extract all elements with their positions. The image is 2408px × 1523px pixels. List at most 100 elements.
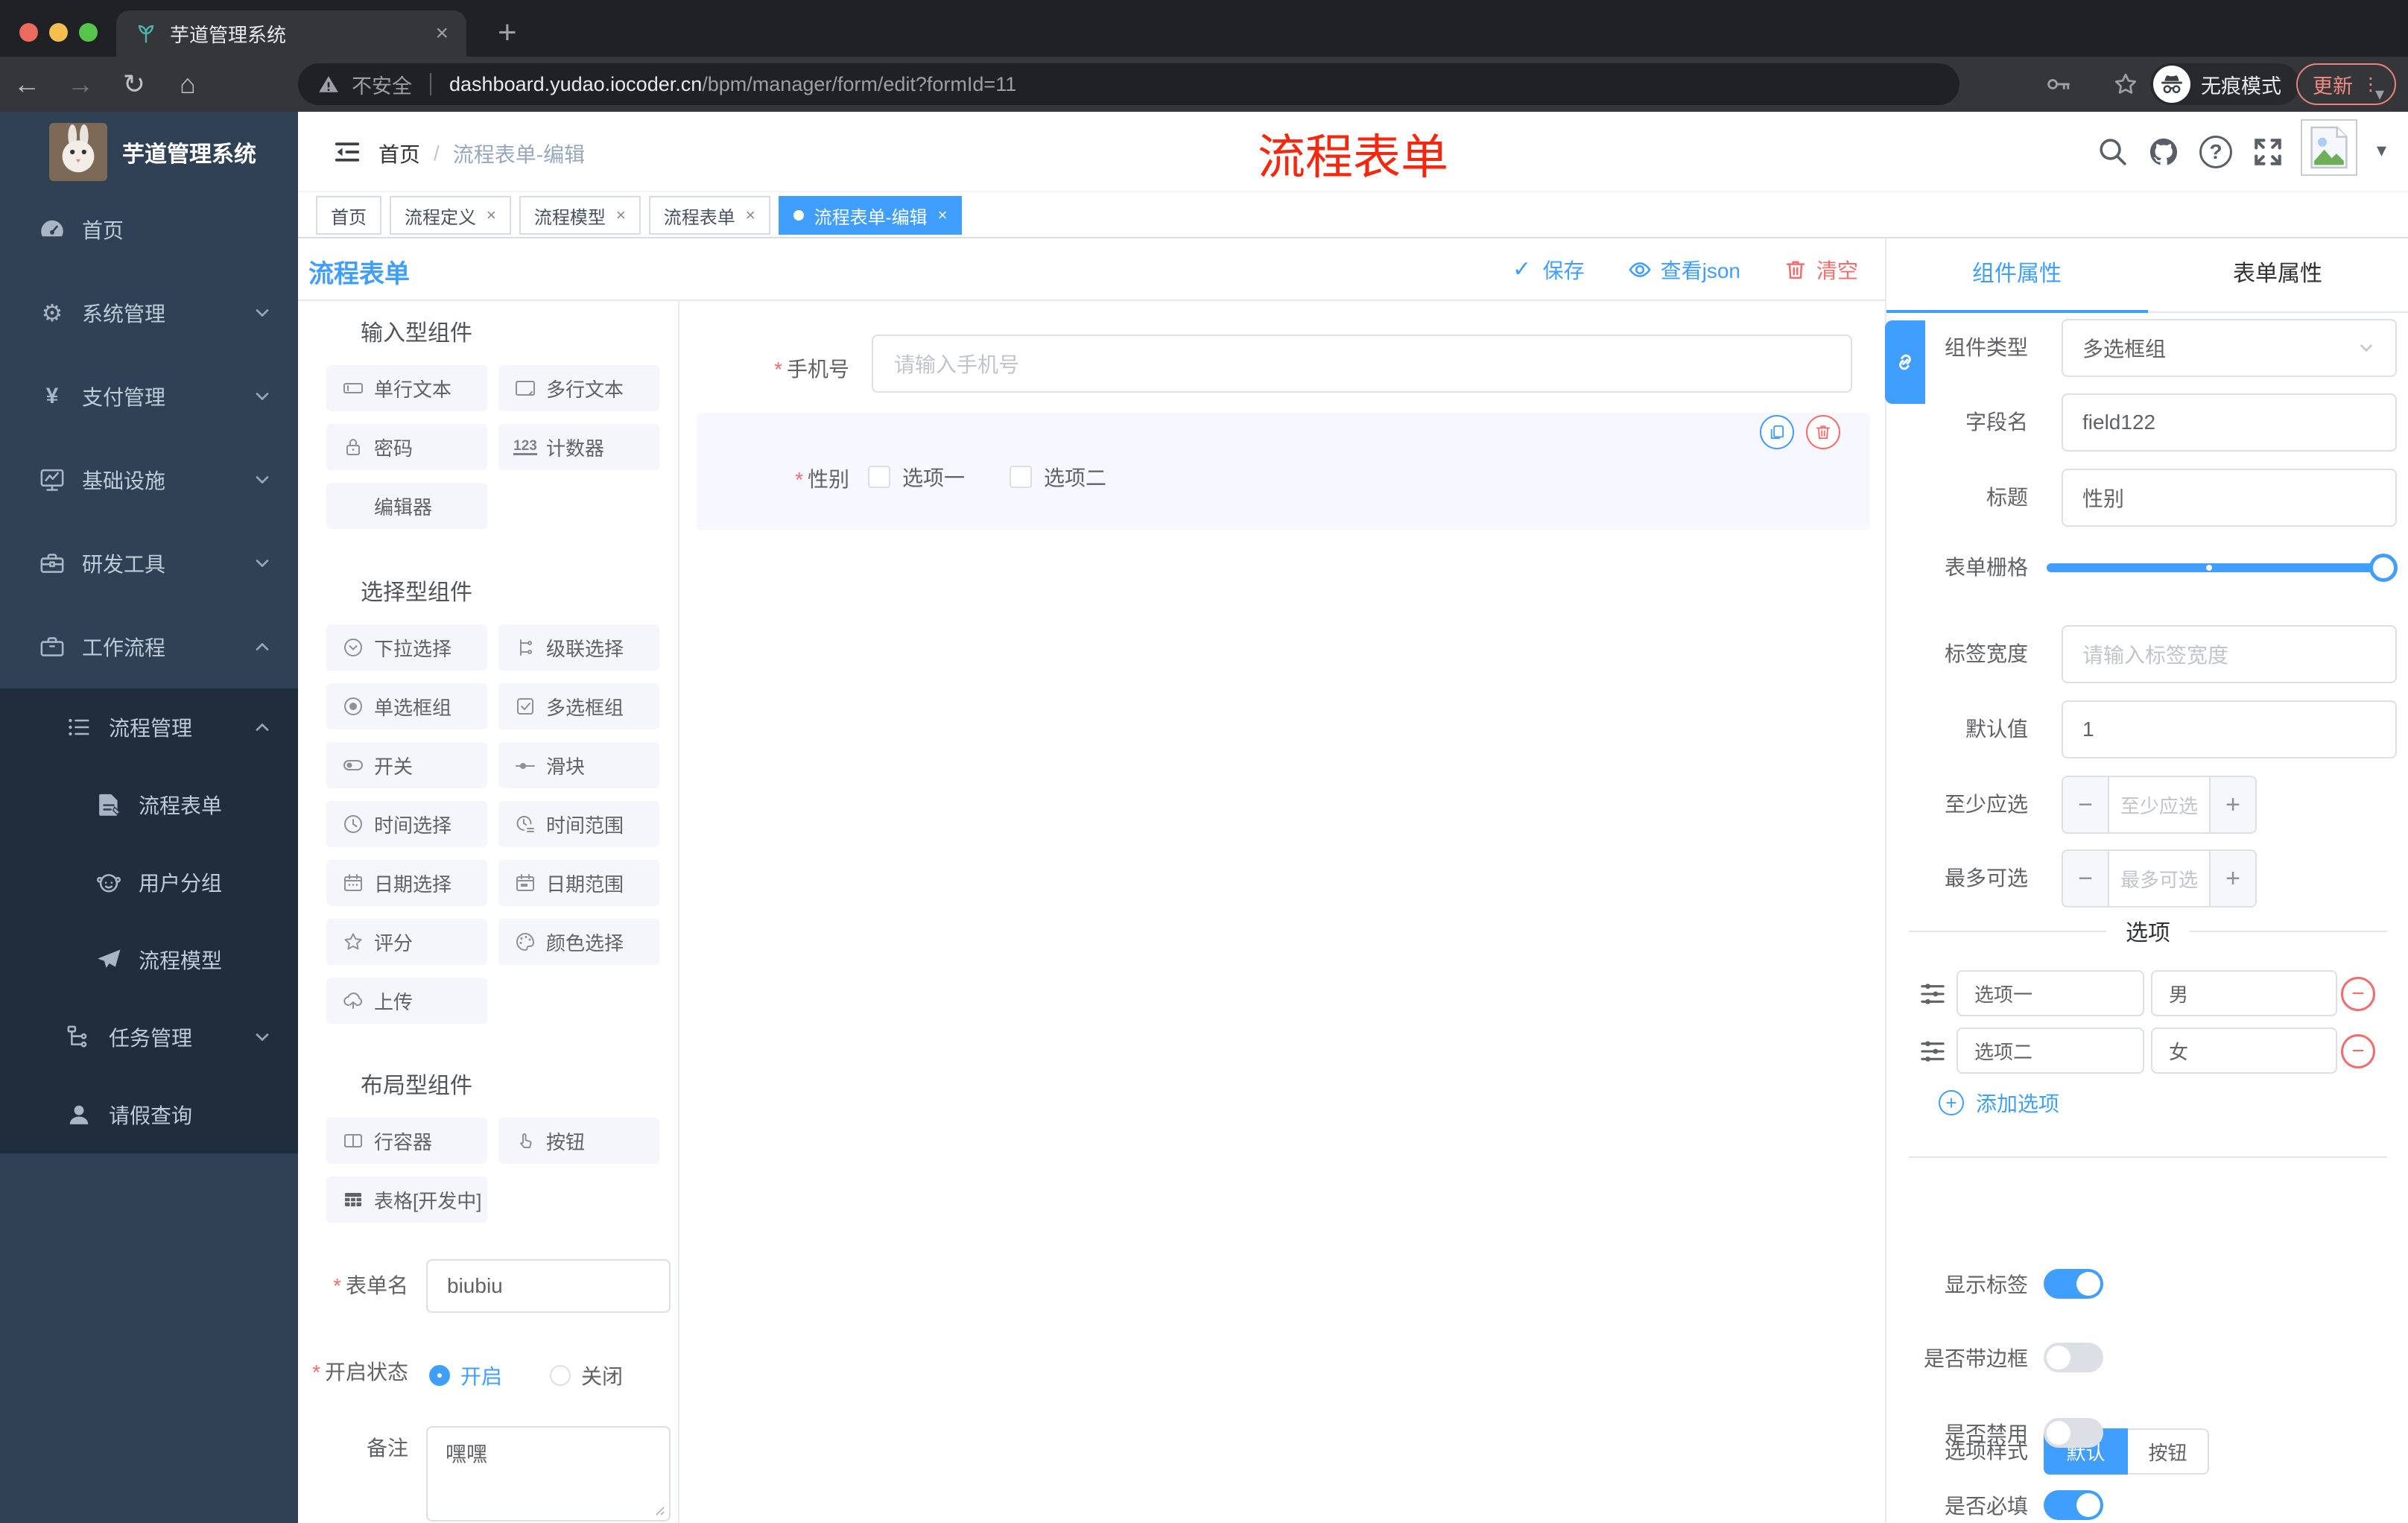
tab-component-props[interactable]: 组件属性 (1886, 238, 2147, 311)
toolbar-caret-icon[interactable]: ▾ (2375, 83, 2384, 105)
sidebar-item-流程表单[interactable]: 流程表单 (0, 766, 298, 843)
sidebar-item-请假查询[interactable]: 请假查询 (0, 1076, 298, 1153)
toggle-是否禁用[interactable] (2044, 1418, 2103, 1448)
checkbox-icon[interactable] (868, 466, 890, 488)
browser-tab[interactable]: 芋道管理系统 × (116, 10, 466, 57)
grid-slider[interactable] (2047, 554, 2398, 582)
sidebar-item-任务管理[interactable]: 任务管理 (0, 998, 298, 1076)
forward-icon[interactable]: → (54, 69, 107, 100)
option-name-input[interactable]: 选项二 (1956, 1028, 2144, 1074)
tag-close-icon[interactable]: × (487, 206, 496, 225)
sidebar-item-工作流程[interactable]: 工作流程 (0, 605, 298, 688)
new-tab-button[interactable]: + (498, 12, 517, 54)
action-保存[interactable]: ✓ 保存 (1510, 255, 1585, 285)
toggle-是否必填[interactable] (2044, 1490, 2103, 1520)
help-icon[interactable]: ? (2199, 136, 2232, 168)
add-option-button[interactable]: + 添加选项 (1939, 1088, 2059, 1118)
component-type-select[interactable]: 多选框组 (2062, 319, 2397, 377)
drag-handle-icon[interactable] (1919, 1038, 1946, 1065)
breadcrumb-home[interactable]: 首页 (378, 139, 420, 168)
tab-close-icon[interactable]: × (435, 22, 449, 45)
tag-close-icon[interactable]: × (616, 206, 626, 225)
tag-流程表单-编辑[interactable]: 流程表单-编辑 × (778, 196, 963, 235)
slider-handle[interactable] (2369, 554, 2398, 582)
resize-handle-icon[interactable] (652, 1503, 665, 1516)
sidebar-item-用户分组[interactable]: 用户分组 (0, 843, 298, 921)
security-label[interactable]: 不安全 (352, 70, 412, 99)
status-radio-off[interactable]: 关闭 (550, 1361, 623, 1390)
checkbox-icon[interactable] (1010, 466, 1033, 488)
component-时间范围[interactable]: 时间范围 (498, 801, 659, 847)
component-滑块[interactable]: 滑块 (498, 742, 659, 788)
search-icon[interactable] (2097, 136, 2129, 168)
component-编辑器[interactable]: 编辑器 (326, 483, 487, 529)
sidebar-item-流程模型[interactable]: 流程模型 (0, 921, 298, 998)
option-value-input[interactable]: 男 (2151, 970, 2337, 1016)
field-name-input[interactable]: field122 (2062, 393, 2397, 452)
component-多行文本[interactable]: 多行文本 (498, 365, 659, 411)
label-width-input[interactable]: 请输入标签宽度 (2062, 625, 2397, 683)
sidebar-item-首页[interactable]: 首页 (0, 188, 298, 271)
sidebar-logo[interactable]: 芋道管理系统 (0, 119, 298, 185)
back-icon[interactable]: ← (0, 69, 54, 100)
bookmark-star-icon[interactable] (2113, 72, 2138, 97)
avatar[interactable] (2301, 119, 2357, 176)
title-input[interactable]: 性别 (2062, 469, 2397, 527)
status-radio-on[interactable]: 开启 (429, 1361, 502, 1390)
action-清空[interactable]: 清空 (1784, 255, 1858, 285)
component-开关[interactable]: 开关 (326, 742, 487, 788)
plus-button[interactable]: + (2209, 851, 2255, 906)
sidebar-item-基础设施[interactable]: 基础设施 (0, 438, 298, 522)
component-表格[开发中][interactable]: 表格[开发中] (326, 1177, 487, 1223)
collapse-sidebar-icon[interactable] (325, 130, 370, 174)
reload-icon[interactable]: ↻ (107, 69, 161, 100)
component-级联选择[interactable]: 级联选择 (498, 624, 659, 671)
tag-首页[interactable]: 首页 (316, 196, 381, 235)
component-时间选择[interactable]: 时间选择 (326, 801, 487, 847)
tab-form-props[interactable]: 表单属性 (2147, 238, 2408, 311)
component-计数器[interactable]: 123 计数器 (498, 424, 659, 470)
component-多选框组[interactable]: 多选框组 (498, 683, 659, 729)
component-下拉选择[interactable]: 下拉选择 (326, 624, 487, 671)
address-bar[interactable]: 不安全 dashboard.yudao.iocoder.cn/bpm/manag… (298, 63, 1959, 105)
form-name-input[interactable]: biubiu (426, 1259, 671, 1313)
remark-textarea[interactable]: 嘿嘿 (426, 1426, 671, 1522)
toggle-是否带边框[interactable] (2044, 1343, 2103, 1372)
window-close-button[interactable] (19, 23, 38, 42)
component-评分[interactable]: 评分 (326, 919, 487, 965)
component-行容器[interactable]: 行容器 (326, 1118, 487, 1164)
fullscreen-icon[interactable] (2252, 136, 2284, 168)
phone-input[interactable]: 请输入手机号 (872, 335, 1852, 393)
user-menu-caret-icon[interactable]: ▾ (2377, 139, 2386, 162)
toggle-显示标签[interactable] (2044, 1269, 2103, 1299)
component-单行文本[interactable]: 单行文本 (326, 365, 487, 411)
delete-widget-button[interactable] (1806, 415, 1840, 449)
action-查看json[interactable]: 查看json (1628, 255, 1740, 285)
selected-widget-gender[interactable]: * 性别 选项一 选项二 (697, 413, 1870, 530)
checkbox-option-选项二[interactable]: 选项二 (1010, 462, 1106, 492)
sidebar-item-支付管理[interactable]: ¥ 支付管理 (0, 355, 298, 438)
sidebar-item-系统管理[interactable]: ⚙ 系统管理 (0, 271, 298, 355)
password-key-icon[interactable] (2046, 72, 2071, 97)
remove-option-icon[interactable]: − (2341, 1034, 2375, 1068)
option-name-input[interactable]: 选项一 (1956, 970, 2144, 1016)
home-icon[interactable]: ⌂ (161, 69, 215, 100)
window-zoom-button[interactable] (79, 23, 98, 42)
default-value-input[interactable]: 1 (2062, 700, 2397, 759)
minus-button[interactable]: − (2063, 777, 2109, 832)
sidebar-item-流程管理[interactable]: 流程管理 (0, 688, 298, 766)
component-密码[interactable]: 密码 (326, 424, 487, 470)
minus-button[interactable]: − (2063, 851, 2109, 906)
tag-close-icon[interactable]: × (938, 206, 948, 225)
component-上传[interactable]: 上传 (326, 978, 487, 1024)
tag-流程模型[interactable]: 流程模型 × (519, 196, 641, 235)
copy-widget-button[interactable] (1760, 415, 1794, 449)
component-颜色选择[interactable]: 颜色选择 (498, 919, 659, 965)
component-日期范围[interactable]: 日期范围 (498, 860, 659, 906)
window-minimize-button[interactable] (49, 23, 68, 42)
plus-button[interactable]: + (2209, 777, 2255, 832)
component-按钮[interactable]: 按钮 (498, 1118, 659, 1164)
sidebar-item-研发工具[interactable]: 研发工具 (0, 522, 298, 605)
github-icon[interactable] (2147, 136, 2180, 168)
component-日期选择[interactable]: 日期选择 (326, 860, 487, 906)
